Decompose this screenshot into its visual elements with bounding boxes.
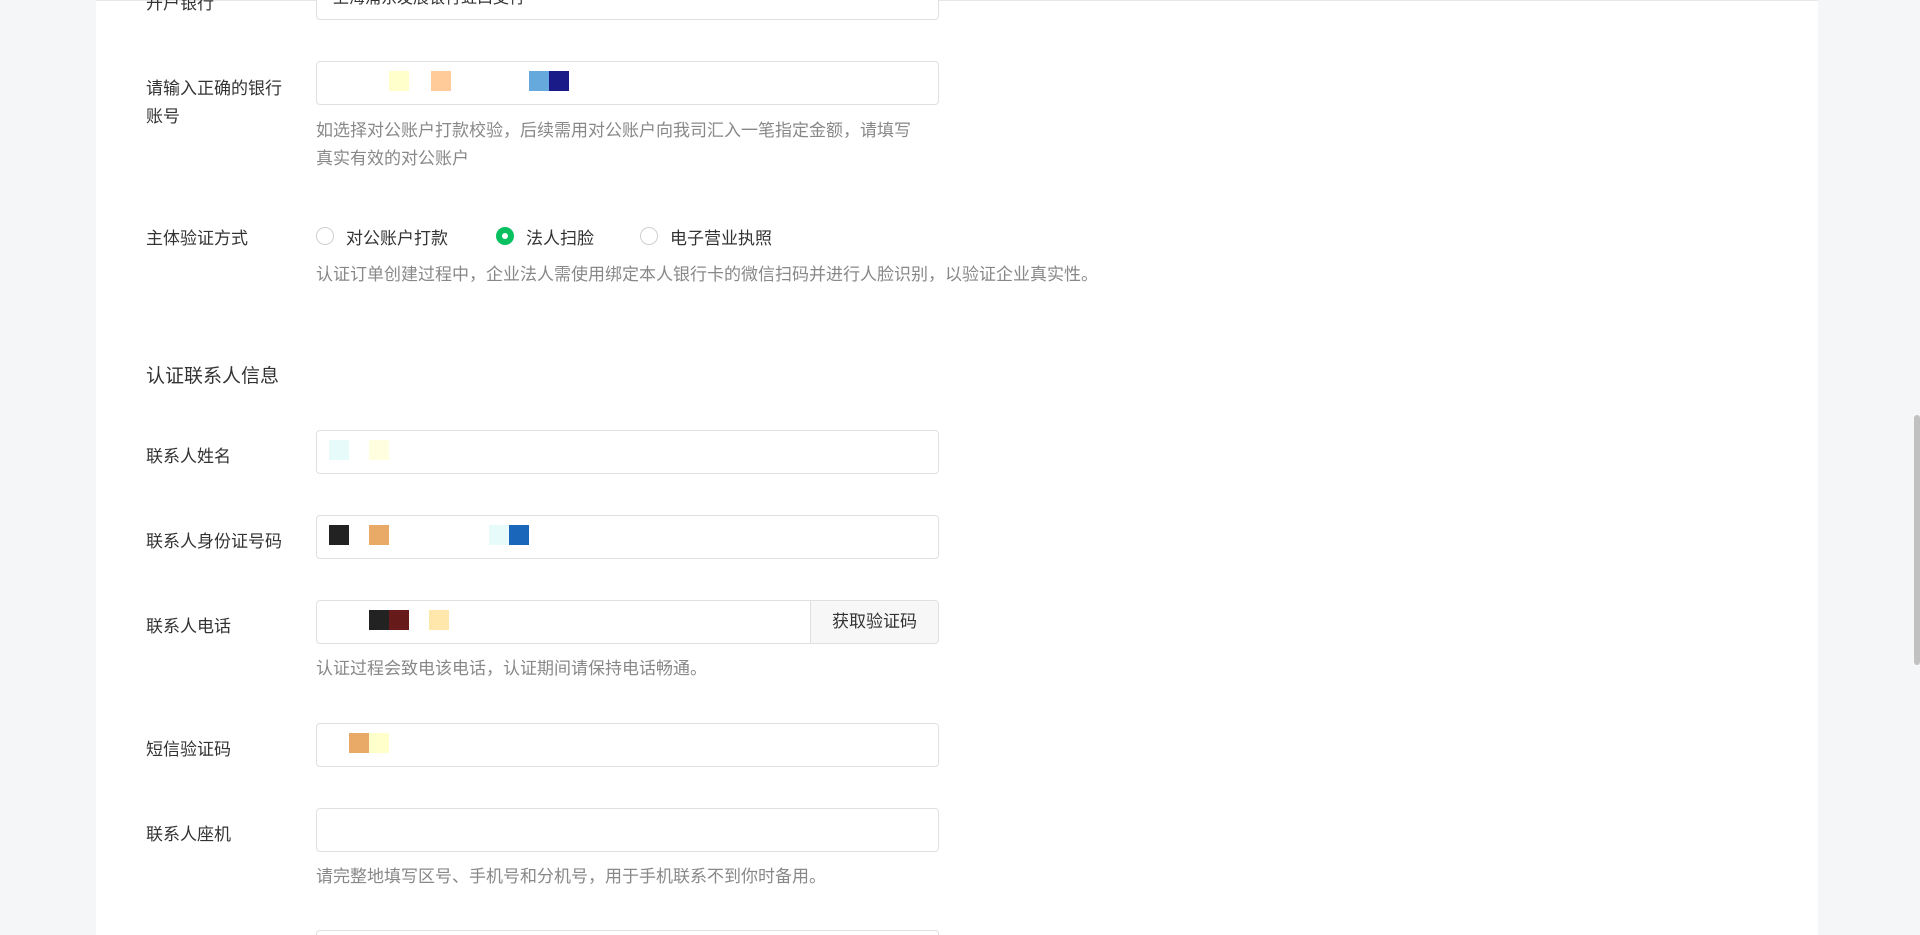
form-panel: 开户银行 上海浦东发展银行虹口支行 请输入正确的银行 账号 如选择对公账户打款校… — [96, 0, 1818, 935]
account-number-hint: 如选择对公账户打款校验，后续需用对公账户向我司汇入一笔指定金额，请填写 真实有效… — [316, 117, 911, 173]
redaction-block — [489, 525, 509, 545]
radio-label: 法人扫脸 — [526, 228, 594, 249]
redaction-block — [369, 610, 389, 630]
get-verification-code-button[interactable]: 获取验证码 — [811, 600, 939, 644]
redaction-block — [549, 71, 569, 91]
contact-id-input[interactable] — [316, 515, 939, 559]
redaction-block — [389, 71, 409, 91]
radio-label: 对公账户打款 — [346, 228, 448, 249]
contact-id-label: 联系人身份证号码 — [146, 532, 282, 552]
radio-circle-icon — [640, 227, 658, 245]
contact-section-title: 认证联系人信息 — [146, 365, 280, 387]
radio-checked-icon — [496, 227, 514, 245]
redaction-block — [369, 733, 389, 753]
account-number-label-line1: 请输入正确的银行 — [146, 79, 282, 99]
next-field-input[interactable] — [316, 930, 939, 935]
verify-method-hint: 认证订单创建过程中，企业法人需使用绑定本人银行卡的微信扫码并进行人脸识别，以验证… — [316, 265, 1098, 285]
account-number-label-line2: 账号 — [146, 107, 180, 127]
account-number-label: 请输入正确的银行 账号 — [146, 75, 296, 131]
radio-label: 电子营业执照 — [670, 228, 772, 249]
sms-code-input[interactable] — [316, 723, 939, 767]
redaction-block — [429, 610, 449, 630]
account-number-hint-line2: 真实有效的对公账户 — [316, 149, 469, 169]
redaction-block — [509, 525, 529, 545]
verify-method-label: 主体验证方式 — [146, 229, 248, 249]
redaction-block — [329, 525, 349, 545]
radio-bank-transfer[interactable]: 对公账户打款 — [316, 222, 448, 250]
bank-branch-input[interactable]: 上海浦东发展银行虹口支行 — [316, 0, 939, 20]
page-scrollbar[interactable] — [1914, 415, 1920, 665]
radio-face-scan[interactable]: 法人扫脸 — [496, 222, 594, 250]
contact-phone-hint: 认证过程会致电该电话，认证期间请保持电话畅通。 — [316, 659, 707, 679]
radio-e-license[interactable]: 电子营业执照 — [640, 222, 772, 250]
redaction-block — [369, 440, 389, 460]
account-number-hint-line1: 如选择对公账户打款校验，后续需用对公账户向我司汇入一笔指定金额，请填写 — [316, 121, 911, 141]
contact-name-label: 联系人姓名 — [146, 447, 231, 467]
redaction-block — [529, 71, 549, 91]
contact-phone-label: 联系人电话 — [146, 617, 231, 637]
bank-branch-label: 开户银行 — [146, 0, 214, 14]
redaction-block — [349, 733, 369, 753]
redaction-block — [369, 525, 389, 545]
redaction-block — [431, 71, 451, 91]
account-number-input[interactable] — [316, 61, 939, 105]
contact-landline-label: 联系人座机 — [146, 825, 231, 845]
contact-landline-hint: 请完整地填写区号、手机号和分机号，用于手机联系不到你时备用。 — [316, 867, 826, 887]
redaction-block — [329, 440, 349, 460]
redaction-block — [389, 610, 409, 630]
contact-landline-input[interactable] — [316, 808, 939, 852]
contact-name-input[interactable] — [316, 430, 939, 474]
radio-circle-icon — [316, 227, 334, 245]
contact-phone-input[interactable] — [316, 600, 811, 644]
sms-code-label: 短信验证码 — [146, 740, 231, 760]
